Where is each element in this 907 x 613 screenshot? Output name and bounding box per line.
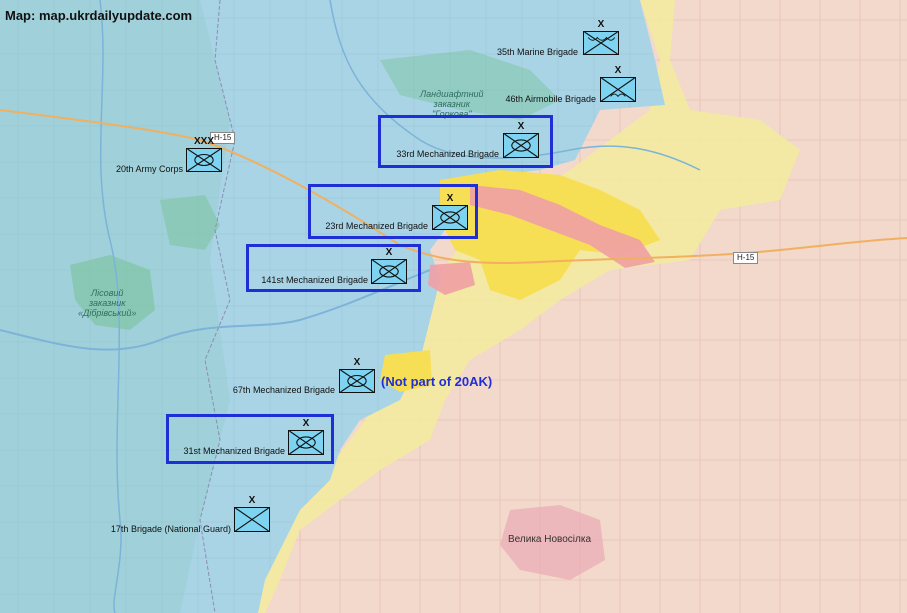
reserve-label-line: «Дібрівський» bbox=[78, 308, 137, 318]
unit-label-23rd: 23rd Mechanized Brigade bbox=[325, 221, 428, 231]
mechanized-infantry-icon bbox=[340, 370, 374, 392]
map-credit: Map: map.ukrdailyupdate.com bbox=[5, 8, 193, 23]
unit-label-141st: 141st Mechanized Brigade bbox=[261, 275, 368, 285]
unit-symbol-35th[interactable] bbox=[583, 31, 619, 55]
town-label-velyka-novosilka: Велика Новосілка bbox=[508, 534, 592, 545]
unit-label-46th: 46th Airmobile Brigade bbox=[505, 94, 596, 104]
echelon-marker: XXX bbox=[193, 136, 214, 147]
airmobile-infantry-icon bbox=[601, 78, 635, 101]
unit-label-33rd: 33rd Mechanized Brigade bbox=[396, 149, 499, 159]
echelon-marker: X bbox=[385, 247, 393, 258]
unit-symbol-20th-corps[interactable] bbox=[186, 148, 222, 172]
echelon-marker: X bbox=[248, 495, 256, 506]
mechanized-infantry-icon bbox=[187, 149, 221, 171]
marine-infantry-icon bbox=[584, 32, 618, 54]
reserve-label-dibrivskyi: Лісовий заказник «Дібрівський» bbox=[78, 288, 136, 318]
mechanized-infantry-icon bbox=[372, 260, 406, 283]
unit-symbol-141st[interactable] bbox=[371, 259, 407, 284]
unit-symbol-31st[interactable] bbox=[288, 430, 324, 455]
note-not-part-of-20ak: (Not part of 20AK) bbox=[381, 374, 493, 389]
echelon-marker: X bbox=[302, 418, 310, 429]
echelon-marker: X bbox=[446, 193, 454, 204]
unit-symbol-67th[interactable] bbox=[339, 369, 375, 393]
echelon-marker: X bbox=[517, 121, 525, 132]
echelon-marker: X bbox=[614, 65, 622, 76]
unit-label-20th-corps: 20th Army Corps bbox=[115, 164, 183, 174]
unit-label-17th: 17th Brigade (National Guard) bbox=[110, 524, 231, 534]
echelon-marker: X bbox=[597, 19, 605, 30]
unit-label-67th: 67th Mechanized Brigade bbox=[232, 385, 335, 395]
unit-label-31st: 31st Mechanized Brigade bbox=[183, 446, 285, 456]
mechanized-infantry-icon bbox=[504, 134, 538, 157]
reserve-label-line: заказник bbox=[433, 99, 471, 109]
reserve-label-line: Лісовий bbox=[91, 288, 124, 298]
unit-symbol-17th[interactable] bbox=[234, 507, 270, 532]
echelon-marker: X bbox=[353, 357, 361, 368]
reserve-label-line: Ландшафтний bbox=[420, 89, 484, 99]
mechanized-infantry-icon bbox=[289, 431, 323, 454]
infantry-icon bbox=[235, 508, 269, 531]
unit-label-35th: 35th Marine Brigade bbox=[496, 47, 578, 57]
unit-symbol-33rd[interactable] bbox=[503, 133, 539, 158]
reserve-label-line: заказник bbox=[88, 298, 126, 308]
unit-symbol-23rd[interactable] bbox=[432, 205, 468, 230]
mechanized-infantry-icon bbox=[433, 206, 467, 229]
road-label-h15-east: H-15 bbox=[733, 252, 759, 264]
unit-symbol-46th[interactable] bbox=[600, 77, 636, 102]
